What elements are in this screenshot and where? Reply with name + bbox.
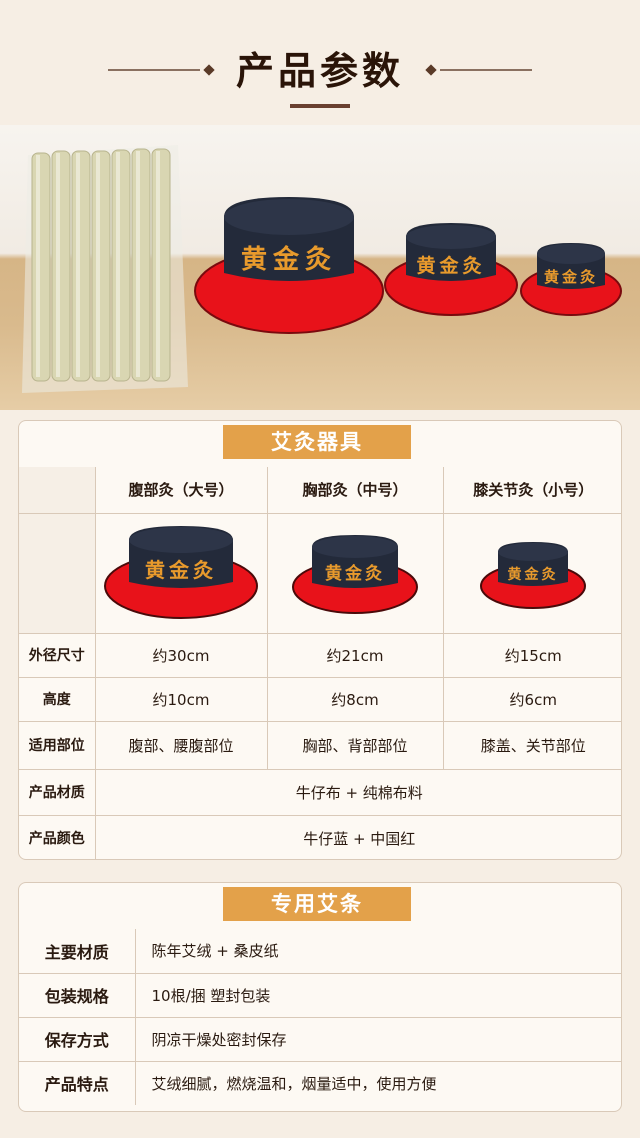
usage-large: 腹部、腰腹部位 — [94, 720, 268, 770]
usage-medium: 胸部、背部部位 — [266, 720, 444, 770]
column-header-small: 膝关节灸（小号） — [442, 467, 621, 514]
row-label-packaging: 包装规格 — [19, 972, 136, 1018]
small-hat-embroidery: 黄金灸 — [544, 268, 598, 286]
page-title: 产品参数 — [235, 49, 404, 93]
usage-small: 膝盖、关节部位 — [442, 720, 621, 770]
table-large-hat-embroidery: 黄金灸 — [145, 558, 217, 582]
height-small: 约6cm — [442, 676, 621, 722]
moxa-stick-card: 专用艾条 主要材质 陈年艾绒 + 桑皮纸 包装规格 10根/捆 塑封包装 保存方… — [18, 882, 622, 1112]
row-label-height: 高度 — [19, 676, 96, 722]
header-divider-right — [440, 69, 532, 71]
column-header-medium: 胸部灸（中号） — [266, 467, 444, 514]
small-hat: 黄金灸 — [520, 243, 622, 316]
product-photo: 黄金灸 黄金灸 黄金灸 — [0, 125, 640, 410]
diameter-medium: 约21cm — [266, 632, 444, 678]
color-value: 牛仔蓝 + 中国红 — [94, 814, 621, 859]
row-label-material: 产品材质 — [19, 768, 96, 816]
diameter-large: 约30cm — [94, 632, 268, 678]
table-corner — [19, 467, 96, 514]
moxa-stick-bundle — [22, 145, 188, 393]
medium-hat-embroidery: 黄金灸 — [416, 254, 485, 277]
moxa-spec-table: 腹部灸（大号） 胸部灸（中号） 膝关节灸（小号） 黄金灸 黄金灸 黄金灸 外径尺… — [19, 467, 621, 859]
large-hat-image-cell: 黄金灸 — [94, 512, 268, 634]
column-header-large: 腹部灸（大号） — [94, 467, 268, 514]
row-label-main-material: 主要材质 — [19, 929, 136, 974]
title-underline — [290, 104, 350, 108]
material-value: 牛仔布 + 纯棉布料 — [94, 768, 621, 816]
row-label-usage: 适用部位 — [19, 720, 96, 770]
row-label-features: 产品特点 — [19, 1060, 136, 1105]
packaging-value: 10根/捆 塑封包装 — [134, 972, 621, 1018]
diameter-small: 约15cm — [442, 632, 621, 678]
main-material-value: 陈年艾绒 + 桑皮纸 — [134, 929, 621, 974]
moxa-tool-title: 艾灸器具 — [223, 425, 411, 459]
small-hat-image: 黄金灸 — [480, 542, 587, 609]
page-header: 产品参数 — [0, 0, 640, 120]
moxa-stick-table: 主要材质 陈年艾绒 + 桑皮纸 包装规格 10根/捆 塑封包装 保存方式 阴凉干… — [19, 929, 621, 1105]
row-label-diameter: 外径尺寸 — [19, 632, 96, 678]
height-medium: 约8cm — [266, 676, 444, 722]
large-hat-embroidery: 黄金灸 — [241, 244, 337, 275]
medium-hat-image-cell: 黄金灸 — [266, 512, 444, 634]
row-label-color: 产品颜色 — [19, 814, 96, 859]
storage-value: 阴凉干燥处密封保存 — [134, 1016, 621, 1062]
large-hat: 黄金灸 — [194, 197, 384, 334]
small-hat-image-cell: 黄金灸 — [442, 512, 621, 634]
table-medium-hat-embroidery: 黄金灸 — [325, 563, 385, 584]
height-large: 约10cm — [94, 676, 268, 722]
row-label-storage: 保存方式 — [19, 1016, 136, 1062]
moxa-tool-card: 艾灸器具 腹部灸（大号） 胸部灸（中号） 膝关节灸（小号） 黄金灸 黄金灸 黄金… — [18, 420, 622, 860]
large-hat-image: 黄金灸 — [104, 526, 258, 619]
medium-hat: 黄金灸 — [384, 223, 518, 316]
medium-hat-image: 黄金灸 — [292, 535, 418, 614]
features-value: 艾绒细腻，燃烧温和，烟量适中，使用方便 — [134, 1060, 621, 1105]
moxa-stick-title: 专用艾条 — [223, 887, 411, 921]
table-small-hat-embroidery: 黄金灸 — [508, 566, 559, 583]
image-row-label — [19, 512, 96, 634]
